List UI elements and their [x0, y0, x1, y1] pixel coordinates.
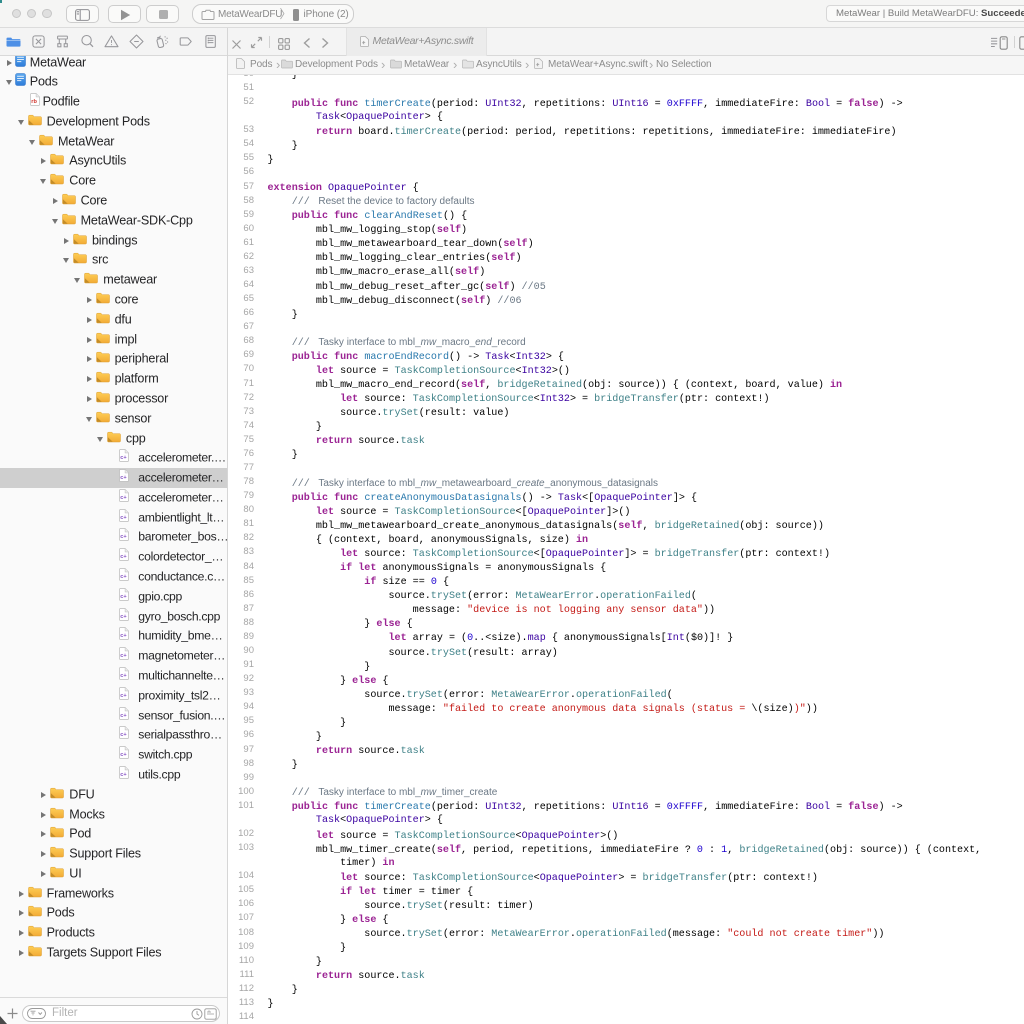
svg-text:c+: c+ — [121, 475, 128, 481]
svg-text:c+: c+ — [121, 515, 128, 521]
svg-text:c+: c+ — [121, 772, 128, 778]
svg-text:c+: c+ — [121, 693, 128, 699]
svg-text:c+: c+ — [121, 535, 128, 541]
svg-text:c+: c+ — [121, 614, 128, 620]
svg-text:c+: c+ — [121, 495, 128, 501]
svg-text:c+: c+ — [121, 634, 128, 640]
svg-text:c+: c+ — [121, 653, 128, 659]
svg-text:c+: c+ — [121, 733, 128, 739]
svg-text:c+: c+ — [121, 594, 128, 600]
svg-text:c+: c+ — [121, 574, 128, 580]
svg-text:rb: rb — [31, 99, 37, 105]
svg-text:c+: c+ — [121, 554, 128, 560]
svg-text:c+: c+ — [121, 713, 128, 719]
svg-text:c+: c+ — [121, 455, 128, 461]
svg-text:c+: c+ — [121, 752, 128, 758]
svg-text:c+: c+ — [121, 673, 128, 679]
